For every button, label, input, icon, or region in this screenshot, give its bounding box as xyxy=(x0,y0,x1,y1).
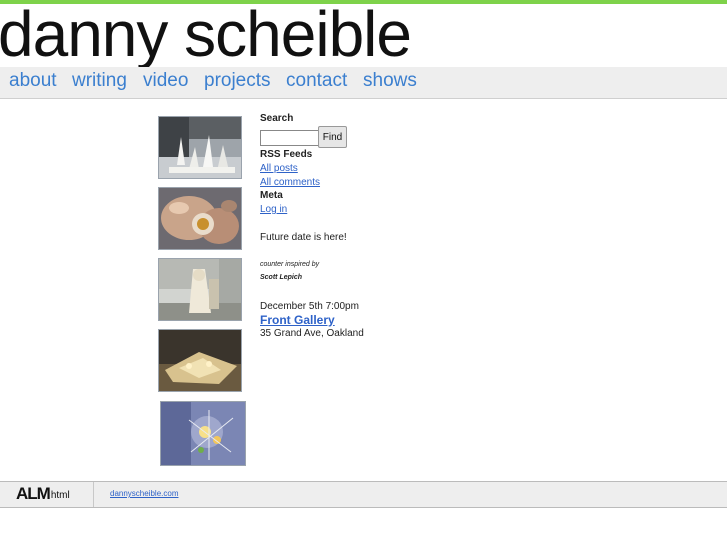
nav-contact[interactable]: contact xyxy=(286,70,347,92)
sculpture-photo-2 xyxy=(159,188,241,249)
footer-divider xyxy=(93,482,94,507)
meta-heading: Meta xyxy=(260,190,283,201)
search-heading: Search xyxy=(260,113,294,124)
all-comments-link[interactable]: All comments xyxy=(260,177,320,188)
counter-note: counter inspired by xyxy=(260,261,320,268)
event-address: 35 Grand Ave, Oakland xyxy=(260,328,364,339)
alm-logo[interactable]: ALMhtml xyxy=(16,484,70,504)
footer-site-link[interactable]: dannyscheible.com xyxy=(110,489,178,498)
footer: ALMhtml dannyscheible.com xyxy=(0,481,727,508)
site-title[interactable]: danny scheible xyxy=(0,0,412,72)
sculpture-photo-3 xyxy=(159,259,241,320)
rss-heading: RSS Feeds xyxy=(260,149,313,160)
log-in-link[interactable]: Log in xyxy=(260,204,287,215)
search-input[interactable] xyxy=(260,130,324,146)
thumbnail-5[interactable] xyxy=(160,401,246,466)
all-posts-link[interactable]: All posts xyxy=(260,163,298,174)
nav-video[interactable]: video xyxy=(143,70,188,92)
logo-main: ALM xyxy=(16,484,51,503)
event-venue-link[interactable]: Front Gallery xyxy=(260,313,335,327)
counter-author: Scott Lepich xyxy=(260,274,303,281)
main-nav: about writing video projects contact sho… xyxy=(0,67,727,99)
find-button[interactable]: Find xyxy=(318,126,347,148)
announcement-text: Future date is here! xyxy=(260,232,347,243)
nav-projects[interactable]: projects xyxy=(204,70,271,92)
nav-shows[interactable]: shows xyxy=(363,70,417,92)
nav-about[interactable]: about xyxy=(9,70,57,92)
thumbnail-1[interactable] xyxy=(158,116,242,179)
thumbnail-4[interactable] xyxy=(158,329,242,392)
thumbnail-2[interactable] xyxy=(158,187,242,250)
thumbnail-3[interactable] xyxy=(158,258,242,321)
logo-sub: html xyxy=(50,490,70,501)
sculpture-photo-5 xyxy=(161,402,245,465)
sculpture-photo-4 xyxy=(159,330,241,391)
event-date: December 5th 7:00pm xyxy=(260,301,359,312)
sculpture-photo-1 xyxy=(159,117,241,178)
nav-writing[interactable]: writing xyxy=(72,70,127,92)
